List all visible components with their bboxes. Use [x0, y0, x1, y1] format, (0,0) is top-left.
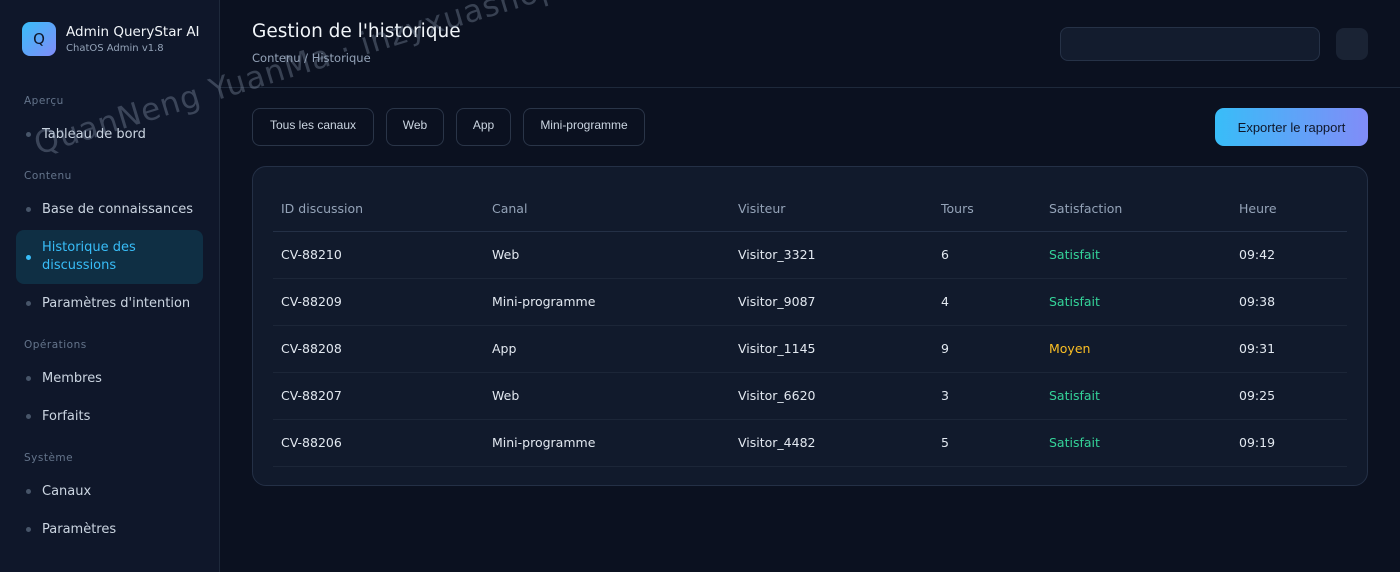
cell-time: 09:38 — [1231, 278, 1347, 326]
sidebar-item-members[interactable]: Membres — [16, 359, 203, 397]
history-table-card: ID discussion Canal Visiteur Tours Satis… — [252, 166, 1368, 486]
export-report-button[interactable]: Exporter le rapport — [1215, 108, 1368, 146]
cell-channel: Web — [484, 231, 730, 279]
bullet-icon — [26, 375, 31, 381]
bullet-icon — [26, 488, 31, 494]
search-input[interactable] — [1060, 27, 1320, 61]
table-row[interactable]: CV-88208 App Visitor_1145 9 Moyen 09:31 — [273, 325, 1347, 373]
cell-id: CV-88210 — [273, 231, 484, 279]
table-header-row: ID discussion Canal Visiteur Tours Satis… — [273, 187, 1347, 232]
bullet-icon — [26, 131, 31, 137]
sidebar-item-label: Tableau de bord — [42, 126, 146, 142]
filter-web[interactable]: Web — [386, 108, 444, 146]
sidebar-item-label: Membres — [42, 370, 102, 386]
column-header-visitor[interactable]: Visiteur — [730, 187, 933, 232]
cell-id: CV-88207 — [273, 372, 484, 420]
cell-turns: 6 — [933, 231, 1041, 279]
nav-section-apercu: Aperçu — [24, 95, 64, 107]
table-row[interactable]: CV-88209 Mini-programme Visitor_9087 4 S… — [273, 278, 1347, 326]
cell-id: CV-88209 — [273, 278, 484, 326]
cell-satisfaction: Satisfait — [1041, 372, 1231, 420]
cell-channel: App — [484, 325, 730, 373]
sidebar-item-dashboard[interactable]: Tableau de bord — [16, 115, 203, 153]
bullet-icon — [26, 413, 31, 419]
bullet-icon — [26, 526, 31, 532]
table-row[interactable]: CV-88206 Mini-programme Visitor_4482 5 S… — [273, 419, 1347, 467]
nav-section-systeme: Système — [24, 452, 74, 464]
bullet-icon — [26, 206, 31, 212]
sidebar-item-label: Historique des discussions — [42, 240, 136, 273]
history-table: ID discussion Canal Visiteur Tours Satis… — [273, 187, 1347, 467]
sidebar-item-label: Paramètres — [42, 521, 117, 537]
cell-visitor: Visitor_1145 — [730, 325, 933, 373]
table-row[interactable]: CV-88207 Web Visitor_6620 3 Satisfait 09… — [273, 372, 1347, 420]
sidebar-item-label: Forfaits — [42, 408, 91, 424]
cell-satisfaction: Satisfait — [1041, 231, 1231, 279]
cell-time: 09:19 — [1231, 419, 1347, 467]
cell-satisfaction: Moyen — [1041, 325, 1231, 373]
cell-satisfaction: Satisfait — [1041, 278, 1231, 326]
nav-section-contenu: Contenu — [24, 170, 72, 182]
filter-app[interactable]: App — [456, 108, 511, 146]
column-header-time[interactable]: Heure — [1231, 187, 1347, 232]
cell-time: 09:25 — [1231, 372, 1347, 420]
main-content: Gestion de l'historique Contenu / Histor… — [220, 0, 1400, 572]
cell-turns: 5 — [933, 419, 1041, 467]
app-window: Q Admin QueryStar AI ChatOS Admin v1.8 A… — [0, 0, 1400, 572]
sidebar-item-chat-history[interactable]: Historique des discussions — [16, 230, 203, 284]
cell-channel: Mini-programme — [484, 419, 730, 467]
bullet-icon — [26, 254, 31, 260]
brand-title: Admin QueryStar AI — [66, 24, 200, 40]
filter-all-channels[interactable]: Tous les canaux — [252, 108, 374, 146]
cell-visitor: Visitor_6620 — [730, 372, 933, 420]
brand-subtitle: ChatOS Admin v1.8 — [66, 43, 164, 54]
sidebar-item-settings[interactable]: Paramètres — [16, 510, 203, 548]
sidebar-item-plans[interactable]: Forfaits — [16, 397, 203, 435]
cell-id: CV-88206 — [273, 419, 484, 467]
cell-visitor: Visitor_9087 — [730, 278, 933, 326]
column-header-turns[interactable]: Tours — [933, 187, 1041, 232]
table-row[interactable]: CV-88210 Web Visitor_3321 6 Satisfait 09… — [273, 231, 1347, 279]
breadcrumb: Contenu / Historique — [252, 51, 371, 65]
sidebar-item-knowledge-base[interactable]: Base de connaissances — [16, 190, 203, 228]
sidebar-item-label: Paramètres d'intention — [42, 295, 191, 311]
cell-satisfaction: Satisfait — [1041, 419, 1231, 467]
cell-time: 09:31 — [1231, 325, 1347, 373]
cell-channel: Web — [484, 372, 730, 420]
column-header-satisfaction[interactable]: Satisfaction — [1041, 187, 1231, 232]
brand: Q Admin QueryStar AI ChatOS Admin v1.8 — [22, 22, 200, 56]
cell-visitor: Visitor_4482 — [730, 419, 933, 467]
cell-turns: 4 — [933, 278, 1041, 326]
sidebar-item-label: Canaux — [42, 483, 92, 499]
sidebar-item-channels[interactable]: Canaux — [16, 472, 203, 510]
column-header-id[interactable]: ID discussion — [273, 187, 484, 232]
header-icon-button[interactable] — [1336, 28, 1368, 60]
sidebar-item-label: Base de connaissances — [42, 201, 193, 217]
sidebar-item-intent-settings[interactable]: Paramètres d'intention — [16, 284, 203, 322]
cell-id: CV-88208 — [273, 325, 484, 373]
cell-channel: Mini-programme — [484, 278, 730, 326]
brand-logo: Q — [22, 22, 56, 56]
cell-visitor: Visitor_3321 — [730, 231, 933, 279]
sidebar: Q Admin QueryStar AI ChatOS Admin v1.8 A… — [0, 0, 220, 572]
cell-time: 09:42 — [1231, 231, 1347, 279]
filter-mini-program[interactable]: Mini-programme — [523, 108, 645, 146]
bullet-icon — [26, 300, 31, 306]
page-header: Gestion de l'historique Contenu / Histor… — [220, 0, 1400, 88]
cell-turns: 3 — [933, 372, 1041, 420]
page-title: Gestion de l'historique — [252, 21, 461, 42]
column-header-channel[interactable]: Canal — [484, 187, 730, 232]
nav-section-operations: Opérations — [24, 339, 87, 351]
cell-turns: 9 — [933, 325, 1041, 373]
